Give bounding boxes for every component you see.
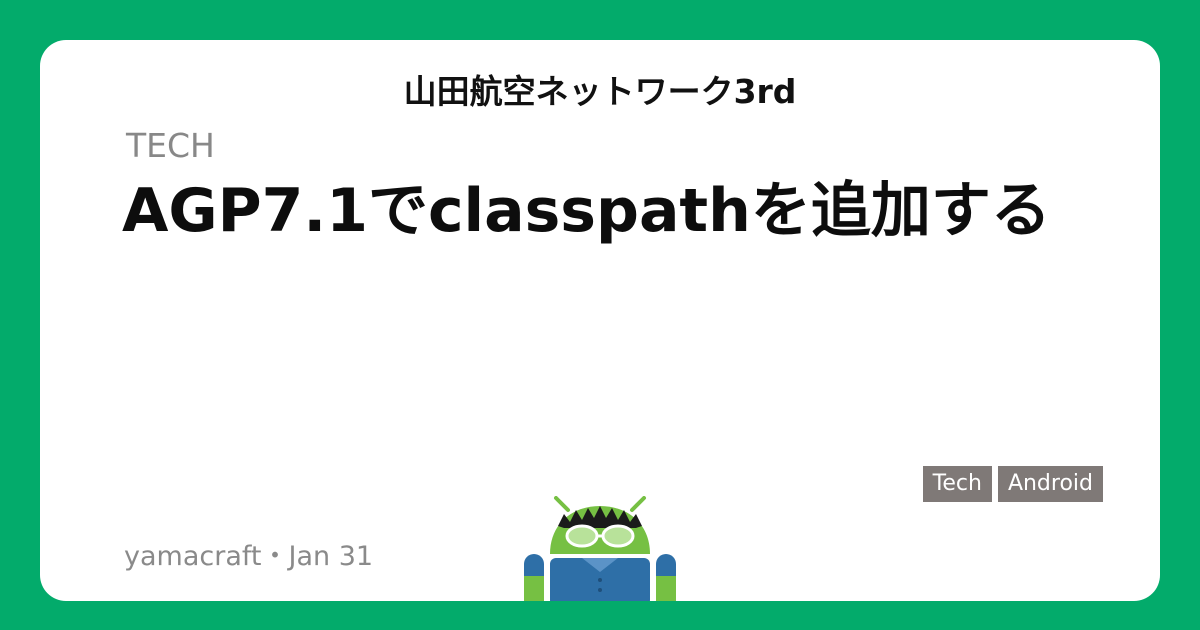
tag-tech[interactable]: Tech [922, 466, 992, 502]
android-mascot-icon [524, 496, 676, 601]
site-title[interactable]: 山田航空ネットワーク3rd [40, 70, 1160, 114]
meta-separator: ・ [261, 541, 289, 572]
post-author: yamacraft [124, 541, 262, 572]
og-card: 山田航空ネットワーク3rd TECH AGP7.1でclasspathを追加する… [40, 40, 1160, 601]
post-meta: yamacraft ・ Jan 31 [124, 540, 373, 574]
post-date: Jan 31 [288, 541, 374, 572]
post-category: TECH [126, 126, 215, 165]
tag-list: Tech Android [922, 466, 1103, 502]
post-title[interactable]: AGP7.1でclasspathを追加する [122, 174, 1102, 248]
tag-android[interactable]: Android [997, 466, 1103, 502]
